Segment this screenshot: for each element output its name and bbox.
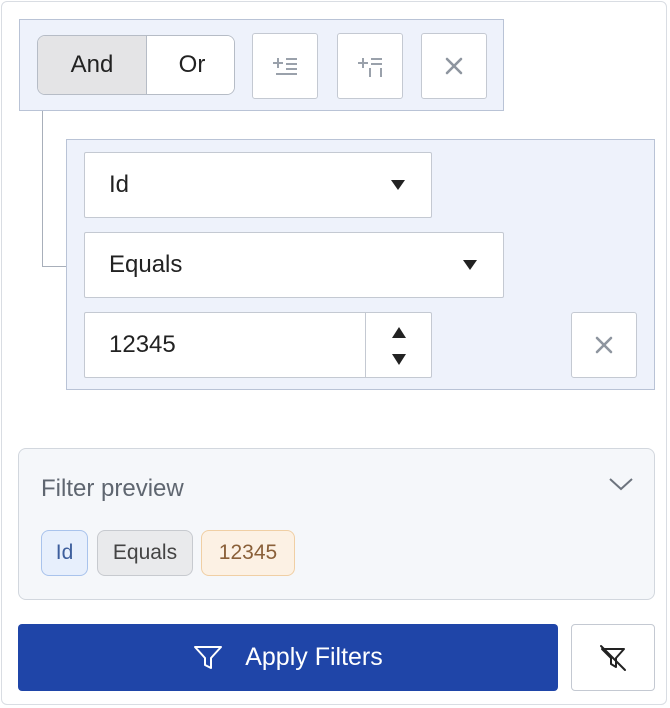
apply-filters-button[interactable]: Apply Filters <box>18 624 558 691</box>
increment-icon[interactable] <box>392 327 406 338</box>
clear-filters-button[interactable] <box>571 624 655 691</box>
preview-chip-operator: Equals <box>97 530 193 576</box>
chevron-down-icon[interactable] <box>608 476 634 497</box>
preview-chip-field: Id <box>41 530 88 576</box>
rule-connector-line <box>42 266 67 267</box>
decrement-icon[interactable] <box>392 354 406 365</box>
field-select-value: Id <box>109 171 130 198</box>
preview-chip-value: 12345 <box>201 530 295 576</box>
caret-down-icon <box>391 180 405 190</box>
clear-filter-icon <box>600 644 626 671</box>
filter-icon <box>194 645 223 669</box>
combinator-or-option[interactable]: Or <box>147 36 234 94</box>
value-input-text: 12345 <box>109 331 176 358</box>
filter-preview: Filter preview Id Equals 12345 <box>18 448 655 600</box>
close-icon <box>445 57 463 75</box>
remove-group-button[interactable] <box>421 33 487 99</box>
add-group-button[interactable] <box>337 33 403 99</box>
group-connector-line <box>42 111 43 267</box>
add-rule-button[interactable] <box>252 33 318 99</box>
combinator-and-option[interactable]: And <box>38 36 147 94</box>
combinator-toggle: And Or <box>37 35 235 95</box>
value-input[interactable]: 12345 <box>84 312 432 378</box>
add-rule-icon <box>273 58 297 75</box>
apply-filters-label: Apply Filters <box>245 643 383 671</box>
operator-select-value: Equals <box>109 251 183 278</box>
close-icon <box>595 336 613 354</box>
caret-down-icon <box>463 260 477 270</box>
add-group-icon <box>358 58 382 77</box>
field-select[interactable]: Id <box>84 152 432 218</box>
operator-select[interactable]: Equals <box>84 232 504 298</box>
filter-preview-title: Filter preview <box>41 475 184 502</box>
remove-rule-button[interactable] <box>571 312 637 378</box>
value-stepper[interactable] <box>365 313 433 377</box>
